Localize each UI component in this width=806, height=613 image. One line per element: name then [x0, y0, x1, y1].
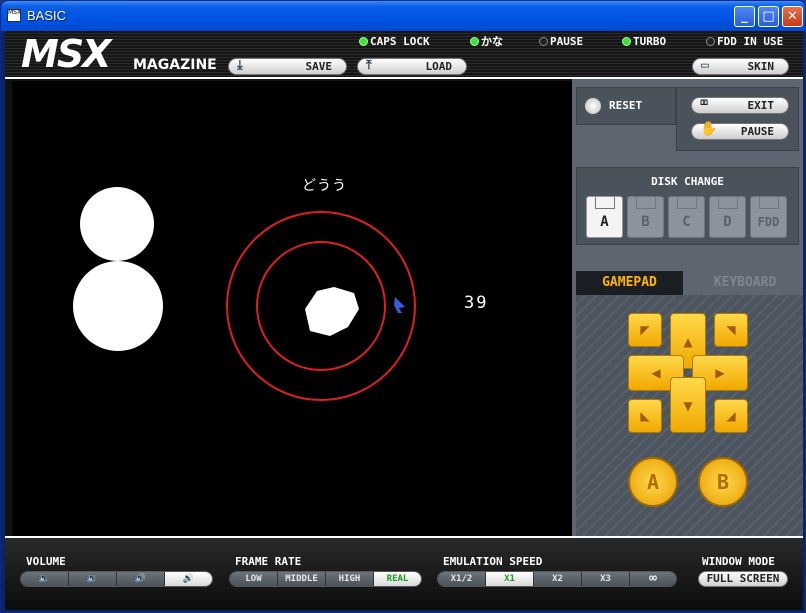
frame-rate-control: LOW MIDDLE HIGH REAL: [229, 571, 422, 587]
emulation-speed-control: X1/2 X1 X2 X3 ∞: [437, 571, 677, 587]
disk-b-button[interactable]: B: [627, 196, 664, 238]
frame-rate-high-button[interactable]: HIGH: [326, 572, 374, 586]
reset-label: RESET: [609, 99, 643, 112]
header-bar: MSX MAGAZINE CAPS LOCK かな PAUSE TURBO FD…: [5, 31, 803, 79]
arrow-right-icon: ▶: [715, 366, 725, 380]
disk-fdd-button[interactable]: FDD: [750, 196, 787, 238]
screen-text: どうう: [302, 178, 347, 194]
indicator-light-icon: [622, 37, 631, 46]
indicator-pause: PAUSE: [539, 35, 583, 49]
reset-button[interactable]: [584, 97, 602, 115]
speaker-1-icon: 🔉: [86, 574, 99, 584]
volume-low-button[interactable]: 🔉: [69, 572, 117, 586]
indicator-light-icon: [470, 37, 479, 46]
bottom-bar: VOLUME 🔈 🔉 🔊 🔊 FRAME RATE LOW MIDDLE HIG…: [5, 536, 803, 610]
indicator-light-icon: [359, 37, 368, 46]
arrow-down-icon: ▼: [683, 399, 693, 413]
frame-rate-low-button[interactable]: LOW: [230, 572, 278, 586]
dpad-down-right-button[interactable]: ◢: [714, 399, 748, 433]
control-panel: RESET ⌧ EXIT ✋ PAUSE DISK CHANGE A B C D F…: [572, 79, 803, 538]
speed-x2-button[interactable]: X2: [534, 572, 582, 586]
gamepad-area: ◤ ▲ ◥ ◀ ▶ ◣ ▼ ◢ A B: [576, 295, 803, 538]
magazine-logo: MAGAZINE: [133, 57, 217, 73]
indicator-light-icon: [706, 37, 715, 46]
download-arrow-icon: ⤓: [237, 58, 243, 73]
skin-button[interactable]: ▭ SKIN: [692, 58, 789, 75]
arrow-up-icon: ▲: [683, 335, 693, 349]
white-creature: [305, 287, 359, 336]
dpad-up-left-button[interactable]: ◤: [628, 313, 662, 347]
tab-gamepad[interactable]: GAMEPAD: [576, 271, 683, 295]
arrow-up-right-icon: ◥: [726, 323, 736, 337]
blue-cursor-icon: [394, 297, 405, 313]
volume-label: VOLUME: [26, 555, 66, 568]
speed-x1-button[interactable]: X1: [486, 572, 534, 586]
arrow-down-left-icon: ◣: [640, 409, 650, 423]
maximize-button[interactable]: □: [758, 6, 779, 27]
full-screen-button[interactable]: FULL SCREEN: [698, 571, 788, 587]
speaker-0-icon: 🔈: [38, 574, 51, 584]
disk-change-title: DISK CHANGE: [651, 175, 724, 188]
arrow-left-icon: ◀: [651, 366, 661, 380]
volume-high-button[interactable]: 🔊: [165, 572, 212, 586]
disk-a-button[interactable]: A: [586, 196, 623, 238]
upload-arrow-icon: ⤒: [366, 58, 372, 73]
load-button[interactable]: ⤒ LOAD: [357, 58, 467, 75]
frame-rate-real-button[interactable]: REAL: [374, 572, 421, 586]
speed-x3-button[interactable]: X3: [582, 572, 630, 586]
speed-unlimited-button[interactable]: ∞: [630, 572, 676, 586]
emulator-window: MSX BASIC _ □ ✕ MSX MAGAZINE CAPS LOCK か…: [0, 0, 806, 613]
save-button[interactable]: ⤓ SAVE: [228, 58, 347, 75]
bottom-divider: [5, 536, 803, 538]
screen-counter: 39: [464, 293, 489, 313]
indicator-fdd-in-use: FDD IN USE: [706, 35, 783, 49]
arrow-up-left-icon: ◤: [640, 323, 650, 337]
minimize-button[interactable]: _: [734, 6, 755, 27]
indicator-turbo: TURBO: [622, 35, 666, 49]
volume-control: 🔈 🔉 🔊 🔊: [20, 571, 213, 587]
b-button[interactable]: B: [698, 457, 748, 507]
hand-icon: ✋: [700, 121, 718, 137]
title-bar[interactable]: MSX BASIC _ □ ✕: [1, 1, 805, 31]
close-button[interactable]: ✕: [782, 6, 803, 27]
frame-rate-label: FRAME RATE: [235, 555, 302, 568]
app-icon: MSX: [7, 9, 21, 22]
disk-c-button[interactable]: C: [668, 196, 705, 238]
speed-half-button[interactable]: X1/2: [438, 572, 486, 586]
arrow-down-right-icon: ◢: [726, 409, 736, 423]
volume-mute-button[interactable]: 🔈: [21, 572, 69, 586]
skin-icon: ▭: [701, 58, 709, 73]
indicator-light-icon: [539, 37, 548, 46]
a-button[interactable]: A: [628, 457, 678, 507]
emulator-client: MSX MAGAZINE CAPS LOCK かな PAUSE TURBO FD…: [5, 31, 803, 610]
tab-keyboard[interactable]: KEYBOARD: [691, 271, 799, 295]
exit-button[interactable]: ⌧ EXIT: [691, 95, 789, 114]
indicator-caps-lock: CAPS LOCK: [359, 35, 430, 49]
dpad-up-right-button[interactable]: ◥: [714, 313, 748, 347]
window-title: BASIC: [27, 8, 67, 23]
indicator-kana: かな: [470, 35, 503, 49]
emulator-screen[interactable]: どうう 39: [12, 81, 572, 536]
speaker-2-icon: 🔊: [134, 574, 147, 584]
frame-rate-middle-button[interactable]: MIDDLE: [278, 572, 326, 586]
disk-d-button[interactable]: D: [709, 196, 746, 238]
exit-door-icon: ⌧: [700, 95, 709, 111]
volume-mid-button[interactable]: 🔊: [117, 572, 165, 586]
dpad-down-left-button[interactable]: ◣: [628, 399, 662, 433]
white-blob-top: [80, 187, 154, 261]
emulation-speed-label: EMULATION SPEED: [443, 555, 543, 568]
pause-button[interactable]: ✋ PAUSE: [691, 121, 789, 140]
dpad-down-button[interactable]: ▼: [670, 377, 706, 433]
speaker-3-icon: 🔊: [182, 574, 195, 584]
white-blob-bottom: [73, 261, 163, 351]
window-mode-label: WINDOW MODE: [702, 555, 775, 568]
msx-logo: MSX: [21, 32, 111, 76]
